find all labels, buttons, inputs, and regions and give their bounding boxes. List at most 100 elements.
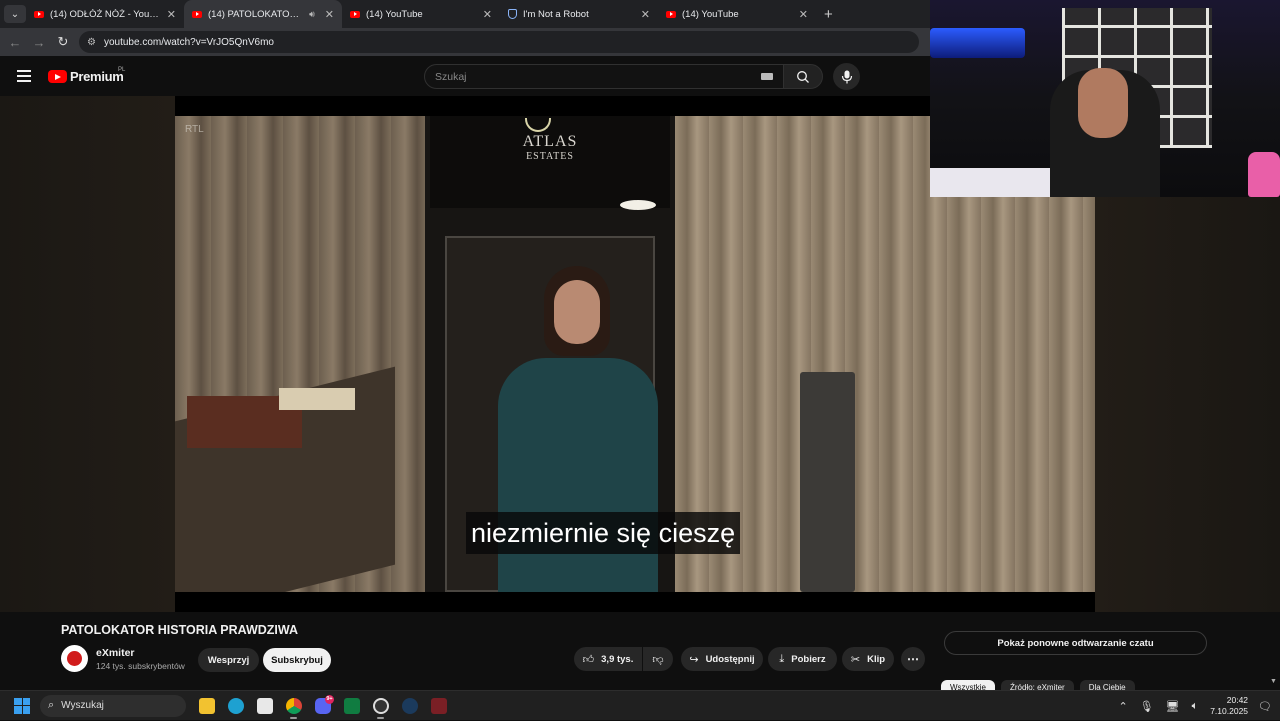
- scroll-down-icon[interactable]: ▼: [1270, 678, 1277, 685]
- file-explorer-icon[interactable]: [192, 691, 221, 721]
- channel-subscribers: 124 tys. subskrybentów: [96, 661, 185, 671]
- tab-5[interactable]: (14) YouTube ✕: [658, 0, 816, 28]
- menu-icon[interactable]: [17, 70, 31, 82]
- discord-icon[interactable]: 9+: [308, 691, 337, 721]
- like-count: 3,9 tys.: [601, 653, 634, 665]
- voice-search-button[interactable]: [833, 63, 860, 90]
- video-title: PATOLOKATOR HISTORIA PRAWDZIWA: [61, 623, 299, 637]
- ambient-left: [0, 96, 175, 612]
- presenter-sweater: [498, 358, 658, 592]
- clock-time: 20:42: [1226, 695, 1249, 705]
- ceiling-light: [620, 200, 656, 210]
- youtube-icon: [192, 10, 202, 18]
- keyboard-icon[interactable]: [761, 73, 773, 80]
- presenter-face: [554, 280, 600, 344]
- site-info-icon[interactable]: ⚙: [87, 37, 96, 48]
- scissors-icon: ✂: [850, 653, 861, 666]
- sign-line-1: ATLAS: [522, 133, 578, 150]
- tab-title: (14) PATOLOKATOR HISTOR: [208, 8, 303, 20]
- download-button[interactable]: ⤓ Pobierz: [768, 647, 837, 671]
- excel-icon[interactable]: [337, 691, 366, 721]
- dislike-button[interactable]: 👎︎: [643, 647, 673, 671]
- search-input[interactable]: Szukaj: [424, 64, 784, 89]
- taskbar-search[interactable]: ⌕ Wyszukaj: [40, 694, 186, 717]
- speaker-icon[interactable]: 🔊︎: [309, 9, 315, 20]
- share-button[interactable]: ↪ Udostępnij: [681, 647, 763, 671]
- webcam-neon-light: [930, 28, 1025, 58]
- close-icon[interactable]: ✕: [641, 8, 650, 21]
- volume-icon[interactable]: 🔈︎: [1192, 700, 1199, 713]
- youtube-icon: [666, 10, 676, 18]
- steam-icon[interactable]: [395, 691, 424, 721]
- support-button[interactable]: Wesprzyj: [198, 648, 259, 672]
- search-icon: ⌕: [48, 699, 55, 711]
- download-label: Pobierz: [791, 653, 826, 665]
- taskbar-clock[interactable]: 20:42 7.10.2025: [1210, 695, 1248, 717]
- youtube-play-icon: [48, 70, 67, 83]
- chevron-up-icon[interactable]: ⌃: [1118, 700, 1127, 713]
- tab-title: (14) YouTube: [682, 8, 739, 20]
- tab-title: (14) ODŁÓŻ NÓŻ - YouTube: [50, 8, 163, 20]
- search-button[interactable]: [783, 64, 823, 89]
- windows-start-icon[interactable]: [14, 697, 30, 714]
- share-label: Udostępnij: [705, 653, 755, 665]
- sign-line-2: ESTATES: [526, 151, 574, 162]
- youtube-icon: [350, 10, 360, 18]
- channel-avatar[interactable]: [61, 645, 88, 672]
- tv-watermark-logo: RTL: [185, 124, 204, 135]
- clip-label: Klip: [867, 653, 886, 665]
- webcam-desk: [930, 168, 1050, 197]
- close-icon[interactable]: ✕: [167, 8, 176, 21]
- subscribe-button[interactable]: Subskrybuj: [263, 648, 331, 672]
- close-icon[interactable]: ✕: [325, 8, 334, 21]
- tab-title: (14) YouTube: [366, 8, 423, 20]
- close-icon[interactable]: ✕: [799, 8, 808, 21]
- clip-button[interactable]: ✂ Klip: [842, 647, 894, 671]
- chrome-icon[interactable]: [279, 691, 308, 721]
- sanitizer-stand: [800, 372, 855, 592]
- webcam-streamer-head: [1078, 68, 1128, 138]
- tab-4[interactable]: I'm Not a Robot ✕: [500, 0, 658, 28]
- tab-title: I'm Not a Robot: [523, 8, 589, 20]
- back-icon[interactable]: ←: [3, 35, 27, 50]
- search-icon: [797, 71, 809, 83]
- logo-wordmark: Premium: [70, 69, 124, 84]
- like-button[interactable]: 👍︎ 3,9 tys.: [574, 647, 642, 671]
- browser-toolbar: ← → ↻ ⚙ youtube.com/watch?v=VrJO5QnV6mo: [0, 28, 930, 56]
- youtube-icon: [34, 10, 44, 18]
- new-tab-button[interactable]: +: [824, 6, 833, 23]
- taskbar-apps: 9+: [192, 691, 453, 721]
- show-chat-replay-button[interactable]: Pokaż ponowne odtwarzanie czatu: [944, 631, 1207, 655]
- url-text: youtube.com/watch?v=VrJO5QnV6mo: [103, 36, 274, 48]
- address-bar[interactable]: ⚙ youtube.com/watch?v=VrJO5QnV6mo: [79, 31, 919, 53]
- store-icon[interactable]: [250, 691, 279, 721]
- network-icon[interactable]: 🖥︎: [1166, 700, 1180, 713]
- obs-icon[interactable]: [366, 691, 395, 721]
- youtube-logo[interactable]: Premium PL: [48, 67, 125, 84]
- shield-icon: [508, 9, 517, 19]
- webcam-can: [1248, 152, 1280, 197]
- game-app-icon[interactable]: [424, 691, 453, 721]
- more-actions-button[interactable]: ⋯: [901, 647, 925, 671]
- windows-taskbar: ⌕ Wyszukaj 9+ ⌃ 🎙︎ 🖥︎ 🔈︎ 20:42 7.10.2025…: [0, 690, 1280, 720]
- reload-icon[interactable]: ↻: [51, 34, 75, 50]
- download-icon: ⤓: [779, 652, 785, 665]
- tab-3[interactable]: (14) YouTube ✕: [342, 0, 500, 28]
- forward-icon[interactable]: →: [27, 35, 51, 50]
- microphone-icon: [841, 70, 852, 83]
- tab-1[interactable]: (14) ODŁÓŻ NÓŻ - YouTube ✕: [26, 0, 184, 28]
- microphone-icon[interactable]: 🎙︎: [1140, 700, 1154, 713]
- video-subtitle: niezmiernie się cieszę: [466, 512, 741, 554]
- more-icon: ⋯: [907, 652, 919, 666]
- atlas-sign: ATLAS ESTATES: [430, 116, 670, 210]
- close-icon[interactable]: ✕: [483, 8, 492, 21]
- cream-box: [279, 388, 355, 410]
- tab-search-button[interactable]: ⌄: [4, 5, 26, 23]
- notification-icon[interactable]: 🗨︎: [1258, 700, 1272, 713]
- system-tray: ⌃ 🎙︎ 🖥︎ 🔈︎ 20:42 7.10.2025 🗨︎: [1118, 691, 1280, 721]
- taskbar-search-placeholder: Wyszukaj: [61, 700, 104, 711]
- channel-name[interactable]: eXmiter: [96, 647, 135, 659]
- tab-2-active[interactable]: (14) PATOLOKATOR HISTOR 🔊︎ ✕: [184, 0, 342, 28]
- edge-icon[interactable]: [221, 691, 250, 721]
- thumbs-down-icon: 👎︎: [652, 653, 664, 666]
